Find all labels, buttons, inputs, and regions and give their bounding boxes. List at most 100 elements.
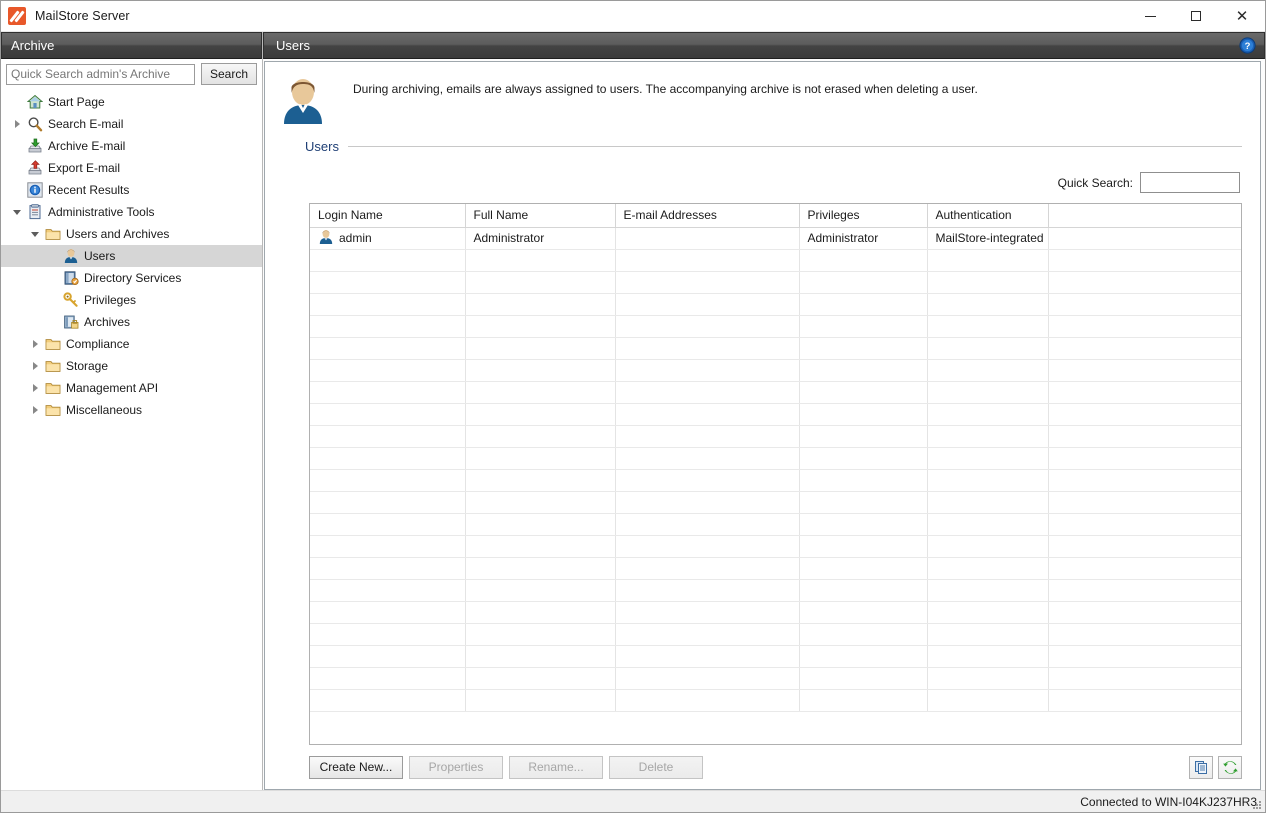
table-row-empty (310, 293, 1241, 315)
tree-item-label: Users and Archives (63, 227, 169, 241)
cell-empty (615, 469, 799, 491)
maximize-icon[interactable] (1173, 1, 1219, 32)
tree-item-administrative-tools[interactable]: Administrative Tools (1, 201, 262, 223)
window-controls: ✕ (1127, 1, 1265, 32)
tree-item-management-api[interactable]: Management API (1, 377, 262, 399)
tree-item-recent-results[interactable]: Recent Results (1, 179, 262, 201)
table-row-empty (310, 623, 1241, 645)
grid-column-header[interactable]: Login Name (310, 204, 465, 227)
quick-search-row: Quick Search: (265, 172, 1240, 193)
cell-empty (310, 645, 465, 667)
quick-search-input[interactable] (1140, 172, 1240, 193)
grid-body: adminAdministratorAdministratorMailStore… (310, 227, 1241, 711)
grid-column-header[interactable]: Authentication (927, 204, 1048, 227)
cell-empty (1048, 381, 1241, 403)
cell-empty (310, 469, 465, 491)
cell-empty (310, 381, 465, 403)
cell-empty (927, 645, 1048, 667)
cell-empty (615, 403, 799, 425)
table-row-empty (310, 535, 1241, 557)
tree-item-users-and-archives[interactable]: Users and Archives (1, 223, 262, 245)
cell-empty (465, 513, 615, 535)
chevron-down-icon[interactable] (9, 210, 25, 215)
cell-empty (310, 425, 465, 447)
cell-empty (927, 337, 1048, 359)
cell-empty (927, 425, 1048, 447)
footer-icon-buttons (1189, 756, 1242, 779)
cell-empty (310, 513, 465, 535)
cell-empty (1048, 271, 1241, 293)
tree-item-users[interactable]: Users (1, 245, 262, 267)
cell-empty (615, 293, 799, 315)
grid-column-header[interactable]: E-mail Addresses (615, 204, 799, 227)
cell-empty (1048, 667, 1241, 689)
cell-empty (615, 689, 799, 711)
folder-icon (43, 380, 63, 396)
cell-empty (465, 447, 615, 469)
cell-empty (799, 579, 927, 601)
home-icon (25, 94, 45, 110)
grid-column-header[interactable] (1048, 204, 1241, 227)
tree-item-start-page[interactable]: Start Page (1, 91, 262, 113)
table-row-empty (310, 271, 1241, 293)
cell-empty (927, 469, 1048, 491)
cell-empty (465, 271, 615, 293)
chevron-right-icon[interactable] (27, 384, 43, 392)
tree-item-archive-e-mail[interactable]: Archive E-mail (1, 135, 262, 157)
tree-item-archives[interactable]: Archives (1, 311, 262, 333)
search-button[interactable]: Search (201, 63, 257, 85)
chevron-right-icon[interactable] (27, 340, 43, 348)
cell-empty (799, 513, 927, 535)
tree-item-privileges[interactable]: Privileges (1, 289, 262, 311)
cell-empty (615, 425, 799, 447)
close-icon[interactable]: ✕ (1219, 1, 1265, 32)
cell-empty (1048, 359, 1241, 381)
refresh-icon[interactable] (1218, 756, 1242, 779)
cell-empty (310, 491, 465, 513)
cell-empty (310, 601, 465, 623)
copy-to-clipboard-icon[interactable] (1189, 756, 1213, 779)
chevron-down-icon[interactable] (27, 232, 43, 237)
cell-empty (927, 315, 1048, 337)
cell-empty (615, 557, 799, 579)
cell-empty (615, 491, 799, 513)
user-avatar-icon (279, 74, 327, 126)
table-row[interactable]: adminAdministratorAdministratorMailStore… (310, 227, 1241, 249)
tree-item-miscellaneous[interactable]: Miscellaneous (1, 399, 262, 421)
left-panel: Archive Search Start PageSearch E-mailAr… (1, 32, 263, 790)
cell-empty (799, 469, 927, 491)
users-grid-wrapper[interactable]: Login NameFull NameE-mail AddressesPrivi… (309, 203, 1242, 745)
grid-column-header[interactable]: Privileges (799, 204, 927, 227)
cell-privileges: Administrator (799, 227, 927, 249)
grid-column-header[interactable]: Full Name (465, 204, 615, 227)
chevron-right-icon[interactable] (27, 362, 43, 370)
cell-empty (1048, 623, 1241, 645)
cell-empty (615, 447, 799, 469)
minimize-icon[interactable] (1127, 1, 1173, 32)
table-row-empty (310, 513, 1241, 535)
body-split: Archive Search Start PageSearch E-mailAr… (1, 32, 1265, 790)
cell-empty (465, 557, 615, 579)
users-footer-bar: Create New... Properties Rename... Delet… (265, 745, 1260, 789)
chevron-right-icon[interactable] (9, 120, 25, 128)
tree-item-export-e-mail[interactable]: Export E-mail (1, 157, 262, 179)
chevron-right-icon[interactable] (27, 406, 43, 414)
tree-item-storage[interactable]: Storage (1, 355, 262, 377)
cell-empty (799, 623, 927, 645)
cell-empty (927, 535, 1048, 557)
create-new-button[interactable]: Create New... (309, 756, 403, 779)
archive-search-input[interactable] (6, 64, 195, 85)
cell-empty (927, 689, 1048, 711)
svg-text:?: ? (1245, 41, 1251, 52)
tree-item-directory-services[interactable]: Directory Services (1, 267, 262, 289)
tree-item-search-e-mail[interactable]: Search E-mail (1, 113, 262, 135)
cell-empty (465, 579, 615, 601)
tree-item-compliance[interactable]: Compliance (1, 333, 262, 355)
help-circle-icon[interactable]: ? (1239, 37, 1256, 54)
resize-grip[interactable] (1251, 799, 1263, 811)
tree-item-label: Start Page (45, 95, 105, 109)
section-divider (348, 146, 1242, 147)
tree-item-label: Compliance (63, 337, 129, 351)
properties-button: Properties (409, 756, 503, 779)
tree-item-label: Administrative Tools (45, 205, 155, 219)
